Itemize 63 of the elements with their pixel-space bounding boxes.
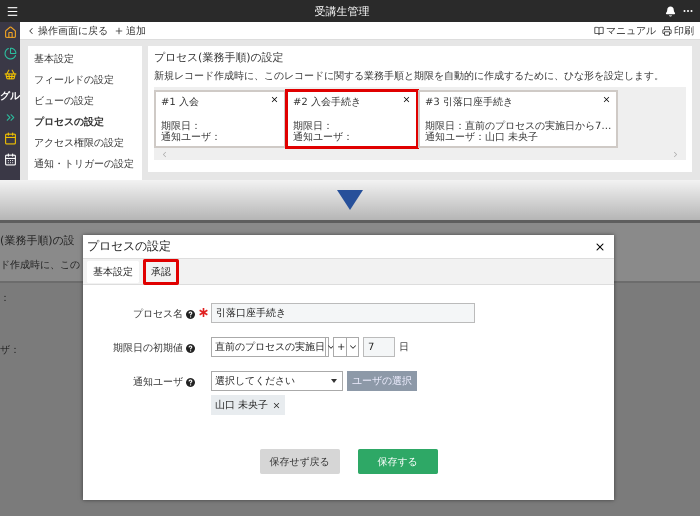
card-title: #3 引落口座手続き (425, 96, 513, 109)
user-select[interactable]: 選択してください (211, 371, 343, 391)
help-icon[interactable] (186, 310, 195, 318)
background-description: ド作成時に、この (0, 258, 80, 272)
back-link[interactable]: 操作画面に戻る (26, 24, 108, 38)
panel-description: 新規レコード作成時に、このレコードに関する業務手順と期限を自動的に作成するために、ひな形を設定します。 (154, 70, 665, 83)
process-card[interactable]: #3 引落口座手続き 期限日：直前のプロセスの実施日から7… 通知ユーザ：山口 未央子 (418, 90, 618, 148)
sidebar-item[interactable]: アクセス権限の設定 (28, 132, 142, 153)
background-label: ： (0, 292, 10, 305)
basket-icon[interactable] (4, 68, 16, 81)
dialog-tab[interactable]: 基本設定 (87, 260, 139, 282)
background-label: ザ： (0, 344, 20, 357)
close-icon[interactable] (602, 95, 612, 104)
unit-label: 日 (399, 341, 409, 354)
card-deadline: 期限日： (161, 121, 202, 132)
menu-icon[interactable] (6, 4, 19, 18)
card-title: #2 入会手続き (293, 96, 361, 109)
bell-icon[interactable] (665, 6, 676, 16)
help-icon[interactable] (186, 344, 195, 352)
help-icon[interactable] (186, 378, 195, 386)
close-icon[interactable] (270, 95, 279, 104)
field-label: 期限日の初期値 (113, 342, 183, 355)
card-notify: 通知ユーザ：山口 未央子 (425, 132, 540, 143)
calendar-icon[interactable] (4, 132, 16, 145)
dropdown-arrow-icon (331, 379, 337, 383)
card-deadline: 期限日： (293, 121, 334, 132)
pie-chart-icon[interactable] (4, 47, 16, 60)
days-field[interactable]: 7 (363, 337, 395, 357)
process-card[interactable]: #2 入会手続き 期限日： 通知ユーザ： (286, 90, 418, 148)
process-name-field[interactable]: 引落口座手続き (211, 303, 475, 323)
remove-icon[interactable] (272, 400, 282, 410)
card-notify: 通知ユーザ： (293, 132, 354, 143)
card-deadline: 期限日：直前のプロセスの実施日から7… (425, 121, 612, 132)
manual-link[interactable]: マニュアル (594, 24, 656, 38)
sidebar-item[interactable]: 通知・トリガーの設定 (28, 153, 142, 174)
process-card[interactable]: #1 入会 期限日： 通知ユーザ： (154, 90, 286, 148)
background-title: (業務手順)の設 (0, 233, 75, 248)
field-label: 通知ユーザ (133, 376, 183, 389)
dialog-title: プロセスの設定 (87, 238, 171, 255)
cancel-button[interactable]: 保存せず戻る (260, 449, 340, 474)
rail-label: グル (0, 90, 20, 103)
book-icon (594, 26, 604, 36)
panel-title: プロセス(業務手順)の設定 (154, 50, 285, 65)
down-arrow-icon (337, 190, 363, 210)
sign-select[interactable]: + (333, 337, 359, 357)
sidebar-item[interactable]: ビューの設定 (28, 90, 142, 111)
user-chip: 山口 未央子 (211, 395, 286, 415)
chevrons-icon[interactable] (4, 111, 16, 124)
sidebar-item[interactable]: プロセスの設定 (28, 111, 142, 132)
sidebar-item[interactable]: フィールドの設定 (28, 69, 142, 90)
close-icon[interactable] (402, 95, 411, 104)
sidebar-item[interactable]: 基本設定 (28, 48, 142, 69)
plus-icon (114, 26, 124, 36)
printer-icon (662, 26, 672, 36)
close-icon[interactable] (594, 240, 606, 252)
app-title: 受講生管理 (314, 4, 370, 18)
card-notify: 通知ユーザ： (161, 132, 222, 143)
home-icon[interactable] (4, 26, 16, 39)
add-link[interactable]: 追加 (114, 24, 146, 38)
card-title: #1 入会 (161, 96, 199, 109)
print-link[interactable]: 印刷 (662, 24, 694, 38)
field-label: プロセス名 (133, 308, 183, 321)
dialog-tab[interactable]: 承認 (143, 258, 179, 284)
